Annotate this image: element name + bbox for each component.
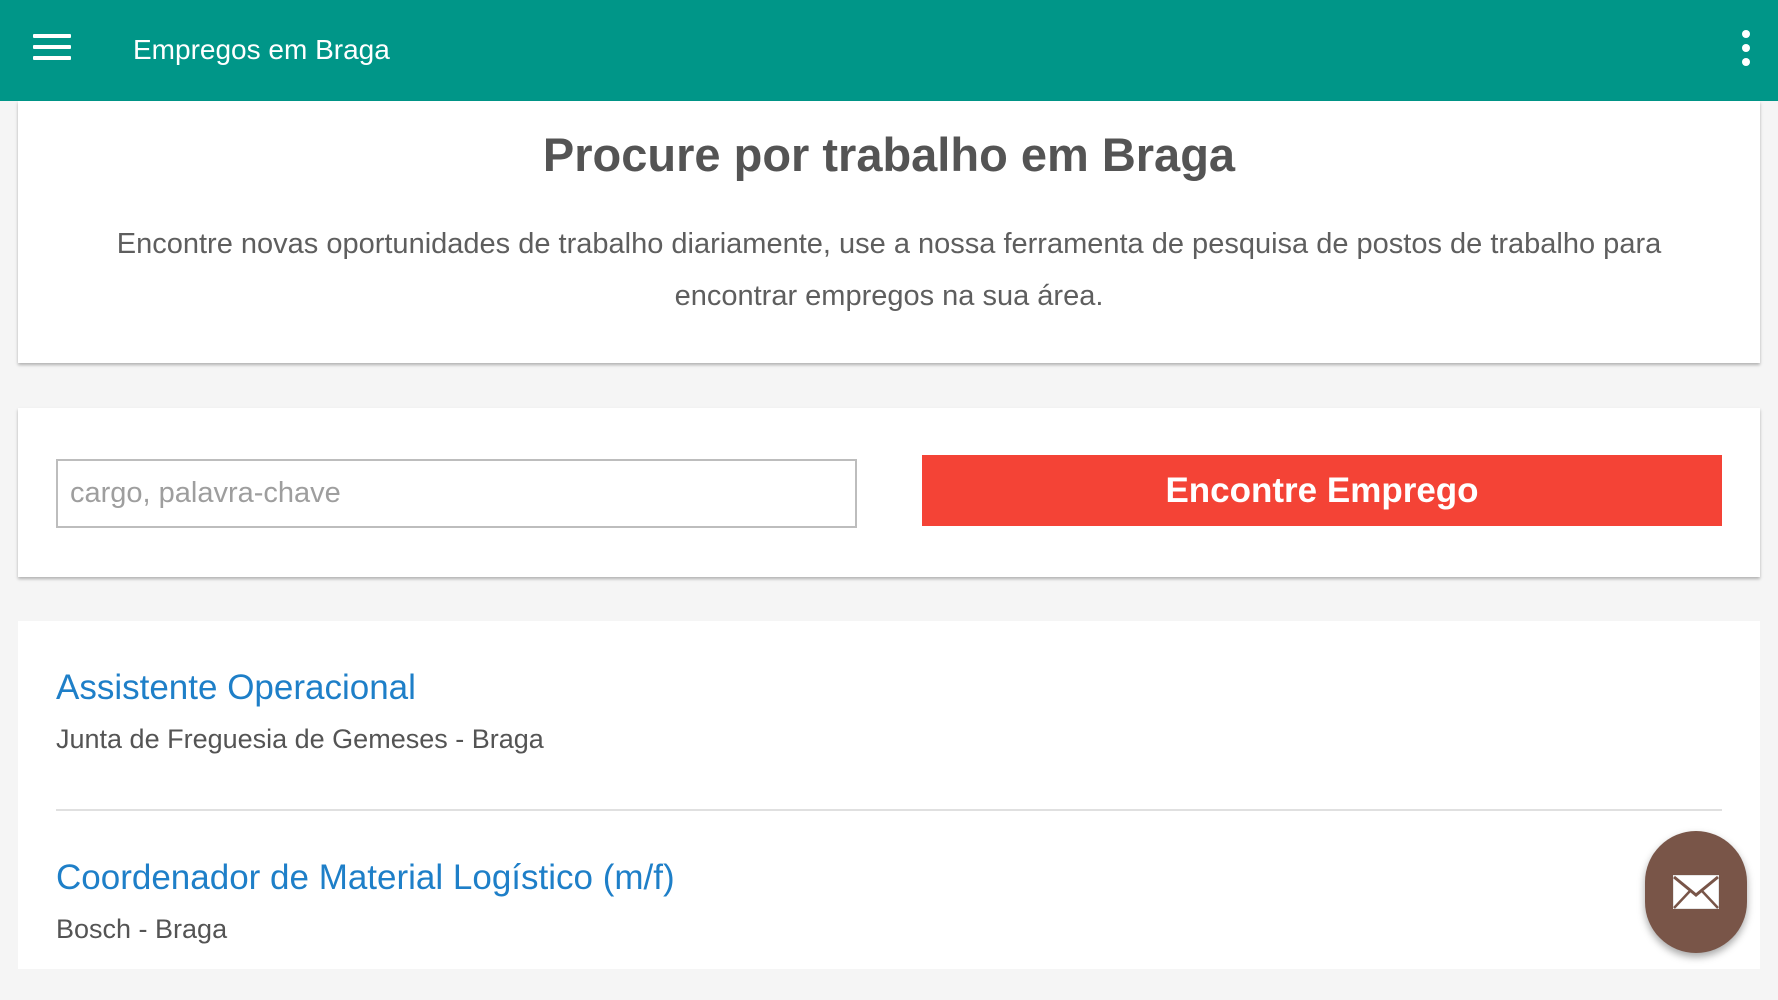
job-results-list: Assistente Operacional Junta de Freguesi… [18, 621, 1760, 969]
job-title-link[interactable]: Assistente Operacional [56, 667, 1722, 709]
email-fab-button[interactable] [1645, 831, 1747, 953]
more-vert-icon-dot [1742, 58, 1750, 66]
hamburger-icon-line [33, 45, 71, 49]
app-title: Empregos em Braga [133, 34, 390, 65]
search-input[interactable] [56, 459, 857, 528]
more-vert-icon [1742, 30, 1750, 38]
more-vert-icon-dot [1742, 44, 1750, 52]
overflow-menu-button[interactable] [1738, 28, 1754, 70]
job-company-location: Junta de Freguesia de Gemeses - Braga [56, 724, 544, 754]
hamburger-icon [33, 34, 71, 38]
app-bar: Empregos em Braga [0, 0, 1778, 101]
search-button[interactable]: Encontre Emprego [922, 455, 1722, 526]
hero-card: Procure por trabalho em Braga Encontre n… [18, 101, 1760, 363]
hamburger-icon-line [33, 56, 71, 60]
job-company-location: Bosch - Braga [56, 914, 228, 944]
job-title-link[interactable]: Coordenador de Material Logístico (m/f) [56, 857, 1722, 899]
page-description: Encontre novas oportunidades de trabalho… [116, 228, 1662, 312]
list-item: Assistente Operacional Junta de Freguesi… [56, 667, 1722, 755]
search-card: Encontre Emprego [18, 408, 1760, 577]
list-divider [56, 809, 1722, 811]
menu-button[interactable] [33, 30, 71, 64]
page-title: Procure por trabalho em Braga [542, 128, 1236, 181]
mail-icon [1673, 875, 1719, 909]
list-item: Coordenador de Material Logístico (m/f) … [56, 857, 1722, 945]
